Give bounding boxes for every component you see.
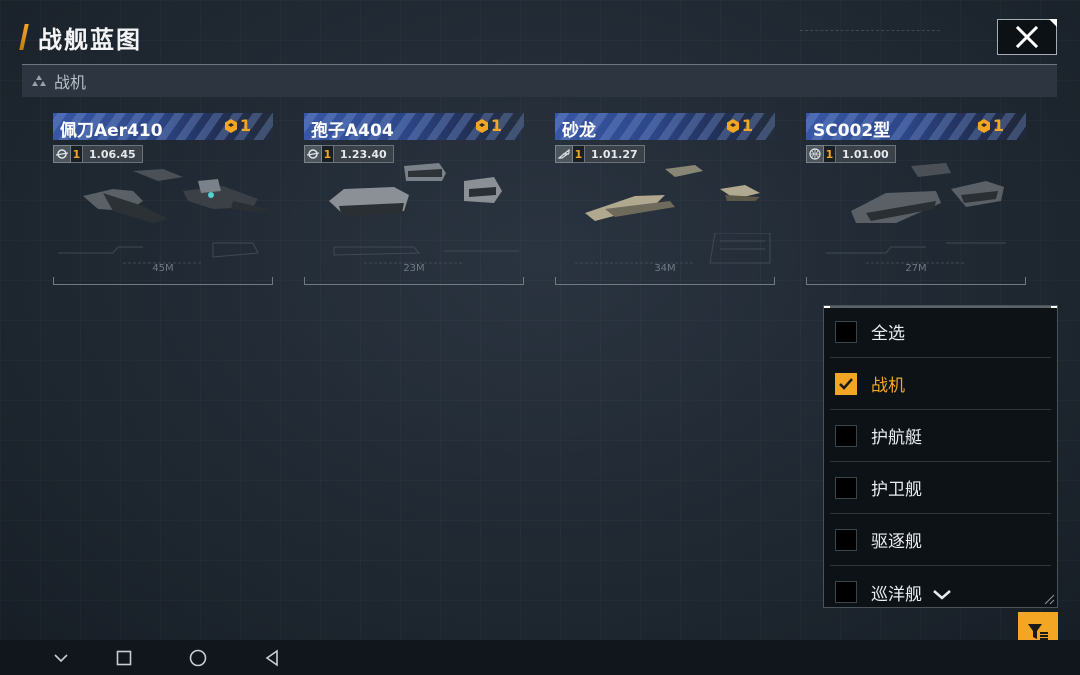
close-icon — [1015, 25, 1039, 49]
blueprint-sketch — [826, 242, 1006, 264]
close-button[interactable] — [997, 19, 1057, 55]
planet-icon — [53, 145, 71, 163]
ship-name: 孢子A404 — [311, 121, 394, 141]
blueprint-card[interactable]: 孢子A404 1 1 1.23.40 23M — [304, 113, 524, 288]
faction-icon — [555, 145, 573, 163]
ship-image — [851, 163, 1004, 223]
nav-recents-button[interactable] — [114, 648, 134, 668]
filter-option-fighter[interactable]: 战机 — [830, 358, 1051, 410]
ship-size: 34M — [654, 263, 676, 274]
category-label: 战机 — [54, 73, 87, 92]
ship-image — [329, 163, 502, 217]
filter-option-label: 驱逐舰 — [871, 532, 922, 552]
filter-option-frigate[interactable]: 护卫舰 — [830, 462, 1051, 514]
scale-bar — [555, 277, 775, 285]
card-header: 砂龙 1 — [555, 113, 775, 141]
scale-bar — [806, 277, 1026, 285]
blueprint-count: 1 — [726, 118, 753, 134]
blueprint-chip-icon — [977, 119, 990, 133]
system-nav-bar — [0, 640, 1080, 675]
filter-option-label: 护航艇 — [871, 428, 922, 448]
category-header: 战机 — [22, 64, 1057, 97]
checkbox[interactable] — [835, 476, 857, 499]
filter-icon — [1028, 624, 1048, 640]
resize-handle-icon — [1044, 594, 1055, 605]
chevron-down-icon — [54, 654, 68, 663]
ship-size: 27M — [905, 263, 927, 274]
filter-option-select-all[interactable]: 全选 — [830, 306, 1051, 358]
ship-size: 23M — [403, 263, 425, 274]
count-value: 1 — [741, 116, 753, 135]
filter-option-escort-boat[interactable]: 护航艇 — [830, 410, 1051, 462]
filter-option-label: 护卫舰 — [871, 480, 922, 500]
title-bar: 战舰蓝图 — [19, 22, 142, 54]
blueprint-sketch — [333, 246, 519, 264]
checkbox[interactable] — [835, 424, 857, 447]
checkbox[interactable] — [835, 581, 857, 603]
card-header: 孢子A404 1 — [304, 113, 524, 141]
blueprint-chip-icon — [224, 119, 237, 133]
checkbox[interactable] — [835, 528, 857, 551]
blueprint-sketch — [58, 242, 259, 264]
count-value: 1 — [992, 116, 1004, 135]
card-header: 佩刀Aer410 1 — [53, 113, 273, 141]
blueprint-card[interactable]: 佩刀Aer410 1 1 1.06.45 45M — [53, 113, 273, 288]
ship-name: SC002型 — [813, 121, 891, 141]
chevron-down-icon[interactable] — [930, 589, 954, 603]
circle-icon — [189, 649, 207, 667]
blueprint-count: 1 — [224, 118, 251, 134]
scale-bar — [53, 277, 273, 285]
fighter-category-icon — [32, 75, 46, 86]
square-icon — [116, 650, 132, 666]
background-decoration — [800, 30, 940, 40]
blueprint-card[interactable]: 砂龙 1 1 1.01.27 34M — [555, 113, 775, 288]
blueprint-chip-icon — [475, 119, 488, 133]
count-value: 1 — [490, 116, 502, 135]
back-triangle-icon — [265, 649, 278, 667]
blueprint-count: 1 — [475, 118, 502, 134]
checkbox[interactable] — [835, 320, 857, 343]
count-value: 1 — [239, 116, 251, 135]
blueprint-count: 1 — [977, 118, 1004, 134]
card-header: SC002型 1 — [806, 113, 1026, 141]
filter-option-label: 巡洋舰 — [871, 584, 922, 605]
checkbox-checked[interactable] — [835, 372, 857, 395]
ship-name: 佩刀Aer410 — [60, 121, 163, 141]
ship-image — [83, 169, 268, 223]
filter-option-label: 战机 — [871, 376, 905, 396]
filter-option-destroyer[interactable]: 驱逐舰 — [830, 514, 1051, 566]
ship-name: 砂龙 — [562, 121, 596, 141]
blueprint-card[interactable]: SC002型 1 1 1.01.00 27M — [806, 113, 1026, 288]
nav-back-button[interactable] — [262, 648, 282, 668]
ship-image — [585, 165, 760, 221]
filter-dropdown[interactable]: 全选 战机 护航艇 护卫舰 驱逐舰 巡洋舰 — [823, 305, 1058, 608]
scale-bar — [304, 277, 524, 285]
blueprint-chip-icon — [726, 119, 739, 133]
filter-option-label: 全选 — [871, 324, 905, 344]
blueprint-sketch — [575, 233, 771, 264]
nav-hide-button[interactable] — [51, 648, 71, 668]
globe-icon — [806, 145, 824, 163]
ship-size: 45M — [152, 263, 174, 274]
check-icon — [839, 377, 853, 390]
page-title: 战舰蓝图 — [38, 25, 142, 54]
planet-icon — [304, 145, 322, 163]
nav-home-button[interactable] — [188, 648, 208, 668]
